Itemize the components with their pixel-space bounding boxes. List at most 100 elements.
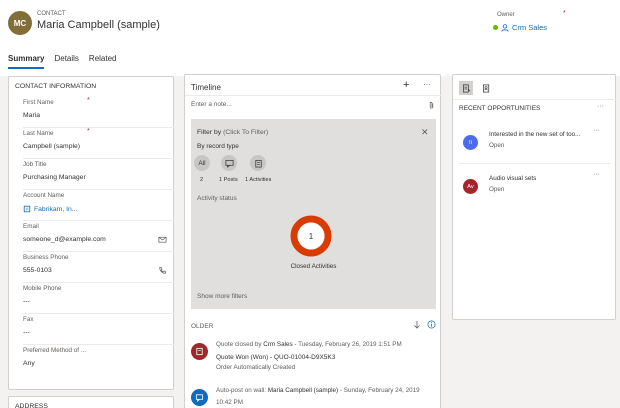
field-label: First Name bbox=[23, 99, 54, 106]
timeline-item[interactable]: Auto-post on wall: Maria Campbell (sampl… bbox=[191, 387, 436, 408]
field-business-phone[interactable]: Business Phone 555-0103 bbox=[23, 252, 175, 283]
add-activity-button[interactable]: + bbox=[403, 79, 409, 91]
required-marker: * bbox=[87, 128, 90, 135]
donut-value: 1 bbox=[309, 232, 314, 241]
entity-type-label: CONTACT bbox=[37, 11, 66, 17]
field-label: Business Phone bbox=[23, 254, 69, 261]
divider bbox=[185, 95, 442, 96]
field-label: Account Name bbox=[23, 192, 65, 199]
field-mobile-phone[interactable]: Mobile Phone --- bbox=[23, 283, 175, 314]
activity-status-donut[interactable]: 1 bbox=[290, 215, 332, 257]
field-preferred-method[interactable]: Preferred Method of ... Any bbox=[23, 345, 175, 376]
account-lookup[interactable]: Fabrikam, In... bbox=[23, 205, 77, 213]
opportunity-name[interactable]: Audio visual sets bbox=[489, 175, 536, 182]
address-section: ADDRESS bbox=[8, 396, 174, 408]
preferred-method-value[interactable]: Any bbox=[23, 360, 35, 367]
opportunity-item[interactable]: Ii Interested in the new set of too... O… bbox=[459, 127, 611, 161]
activity-status-label: Activity status bbox=[197, 195, 237, 202]
field-last-name[interactable]: Last Name * Campbell (sample) bbox=[23, 128, 175, 159]
field-label: Email bbox=[23, 223, 39, 230]
first-name-value[interactable]: Maria bbox=[23, 112, 40, 119]
opportunity-avatar: Ii bbox=[463, 135, 478, 150]
timeline-item-time: 10:42 PM bbox=[216, 399, 243, 406]
account-name-link[interactable]: Fabrikam, In... bbox=[34, 206, 77, 213]
filter-all-chip[interactable]: All bbox=[194, 155, 210, 171]
mobile-phone-value[interactable]: --- bbox=[23, 298, 30, 305]
phone-icon[interactable] bbox=[158, 266, 167, 275]
fax-value[interactable]: --- bbox=[23, 329, 30, 336]
count-all: 2 bbox=[200, 177, 204, 183]
opportunity-status: Open bbox=[489, 142, 505, 149]
timeline-section: Timeline + ··· Enter a note... Filter by… bbox=[184, 74, 442, 408]
owner-lookup[interactable]: Crm Sales bbox=[493, 23, 547, 32]
avatar: MC bbox=[8, 11, 32, 35]
building-icon bbox=[23, 205, 31, 213]
record-header: MC CONTACT Maria Campbell (sample) Owner… bbox=[0, 0, 620, 76]
last-name-value[interactable]: Campbell (sample) bbox=[23, 143, 80, 150]
related-panel-tabs bbox=[459, 81, 493, 95]
timeline-more-button[interactable]: ··· bbox=[423, 80, 431, 89]
field-label: Last Name bbox=[23, 130, 54, 137]
filter-title: Filter by (Click To Filter) bbox=[197, 129, 269, 136]
field-email[interactable]: Email someone_d@example.com bbox=[23, 221, 175, 252]
opportunity-status: Open bbox=[489, 186, 505, 193]
field-label: Job Title bbox=[23, 161, 47, 168]
activity-icon bbox=[254, 159, 262, 167]
filter-record-type-label: By record type bbox=[197, 143, 239, 150]
opportunity-item[interactable]: Av Audio visual sets Open ··· bbox=[459, 171, 611, 205]
filter-posts-chip[interactable] bbox=[221, 155, 237, 171]
contact-information-section: CONTACT INFORMATION First Name * Maria L… bbox=[8, 76, 175, 390]
count-activities: 1 Activities bbox=[245, 177, 272, 183]
timeline-item-header: Auto-post on wall: Maria Campbell (sampl… bbox=[216, 387, 420, 394]
quote-icon bbox=[191, 343, 208, 360]
section-title: CONTACT INFORMATION bbox=[15, 83, 97, 90]
tab-summary[interactable]: Summary bbox=[8, 54, 45, 69]
filter-activities-chip[interactable] bbox=[250, 155, 266, 171]
tab-details[interactable]: Details bbox=[54, 54, 78, 69]
recent-opportunities-title: RECENT OPPORTUNITIES bbox=[459, 105, 541, 112]
document-icon bbox=[462, 84, 470, 92]
opportunity-avatar: Av bbox=[463, 179, 478, 194]
section-title: ADDRESS bbox=[15, 403, 48, 408]
presence-icon bbox=[493, 25, 498, 30]
timeline-title: Timeline bbox=[191, 83, 221, 92]
tab-recent-records[interactable] bbox=[459, 81, 473, 95]
job-title-value[interactable]: Purchasing Manager bbox=[23, 174, 86, 181]
opportunity-name[interactable]: Interested in the new set of too... bbox=[489, 131, 580, 138]
field-account-name[interactable]: Account Name Fabrikam, In... bbox=[23, 190, 175, 221]
field-label: Mobile Phone bbox=[23, 285, 62, 292]
close-icon[interactable]: ✕ bbox=[421, 127, 429, 138]
post-icon bbox=[225, 159, 233, 168]
tab-connections[interactable] bbox=[479, 81, 493, 95]
opportunities-more-button[interactable]: ··· bbox=[597, 103, 604, 110]
field-job-title[interactable]: Job Title Purchasing Manager bbox=[23, 159, 175, 190]
email-value[interactable]: someone_d@example.com bbox=[23, 236, 106, 243]
timeline-item-body: Order Automatically Created bbox=[216, 364, 296, 371]
show-more-filters-link[interactable]: Show more filters bbox=[197, 293, 247, 300]
contact-card-icon bbox=[482, 84, 489, 92]
note-input[interactable]: Enter a note... bbox=[191, 101, 232, 108]
send-email-icon[interactable] bbox=[158, 235, 167, 244]
tab-related[interactable]: Related bbox=[89, 54, 117, 69]
opportunity-more-button[interactable]: ··· bbox=[593, 127, 600, 134]
field-first-name[interactable]: First Name * Maria bbox=[23, 97, 175, 128]
sort-down-icon[interactable] bbox=[413, 320, 421, 329]
timeline-item-header: Quote closed by Crm Sales - Tuesday, Feb… bbox=[216, 341, 402, 348]
opportunity-more-button[interactable]: ··· bbox=[593, 171, 600, 178]
field-fax[interactable]: Fax --- bbox=[23, 314, 175, 345]
related-panel: RECENT OPPORTUNITIES ··· Ii Interested i… bbox=[452, 74, 617, 320]
older-group-label: OLDER bbox=[191, 323, 214, 330]
field-label: Fax bbox=[23, 316, 34, 323]
person-icon bbox=[501, 23, 509, 32]
scrollbar[interactable] bbox=[446, 74, 449, 408]
paperclip-icon[interactable] bbox=[428, 101, 435, 110]
donut-label: Closed Activities bbox=[290, 263, 337, 270]
timeline-item-title: Quote Won (Won) - QUO-01004-D9X5K3 bbox=[216, 354, 336, 361]
timeline-item[interactable]: Quote closed by Crm Sales - Tuesday, Feb… bbox=[191, 341, 436, 381]
field-label: Preferred Method of ... bbox=[23, 347, 86, 354]
business-phone-value[interactable]: 555-0103 bbox=[23, 267, 52, 274]
required-marker: * bbox=[87, 97, 90, 104]
owner-value[interactable]: Crm Sales bbox=[512, 23, 547, 32]
info-icon[interactable] bbox=[427, 320, 436, 329]
count-posts: 1 Posts bbox=[219, 177, 238, 183]
